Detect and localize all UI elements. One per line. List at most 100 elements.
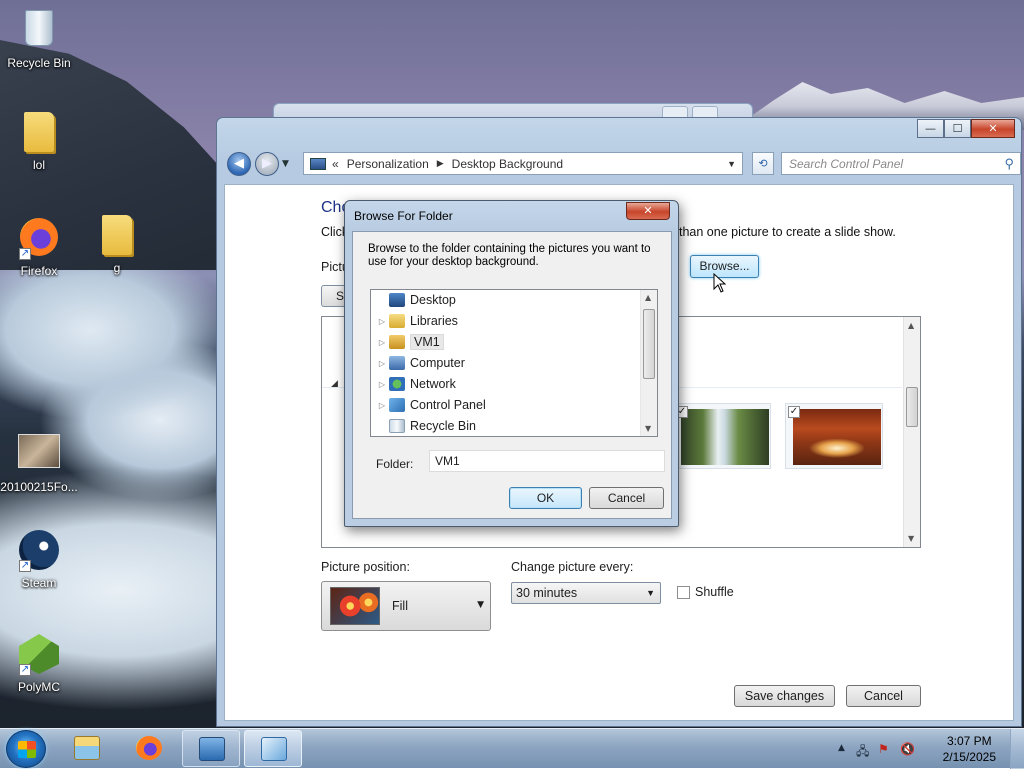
- show-desktop-button[interactable]: [1010, 729, 1024, 769]
- volume-muted-icon[interactable]: 🔇: [900, 742, 915, 756]
- change-picture-interval-select[interactable]: 30 minutes ▼: [511, 582, 661, 604]
- expand-arrow-icon[interactable]: ▷: [377, 338, 387, 347]
- scroll-down-icon[interactable]: ▼: [908, 534, 914, 543]
- folder-icon: [24, 112, 54, 152]
- tree-item-computer[interactable]: ▷ Computer: [377, 353, 465, 373]
- tree-item-control-panel[interactable]: ▷ Control Panel: [377, 395, 486, 415]
- network-icon[interactable]: 🖧: [856, 742, 869, 763]
- address-bar[interactable]: « Personalization ▶ Desktop Background ▼: [303, 152, 743, 175]
- shortcut-arrow-icon: ↗: [19, 664, 31, 676]
- back-button[interactable]: ◀: [227, 152, 251, 176]
- folder-tree[interactable]: Desktop ▷ Libraries ▷ VM1 ▷ Computer ▷ N…: [370, 289, 658, 437]
- tree-item-label: Control Panel: [410, 398, 486, 412]
- thumbnail-waterfall[interactable]: ✓: [673, 403, 771, 469]
- gallery-scrollbar[interactable]: ▲ ▼: [903, 317, 920, 547]
- scroll-down-icon[interactable]: ▼: [645, 424, 651, 433]
- recycle-bin-icon: [25, 10, 53, 46]
- desktop-icon-video[interactable]: 20100215Fo...: [0, 428, 78, 494]
- expand-arrow-icon[interactable]: ▷: [377, 317, 387, 326]
- folder-label: Folder:: [376, 457, 414, 471]
- show-hidden-icons-icon[interactable]: ▲: [838, 743, 845, 753]
- desktop-icon-label: Steam: [21, 576, 57, 590]
- maximize-button[interactable]: ☐: [944, 119, 971, 138]
- thumbnail-checkbox[interactable]: ✓: [788, 406, 800, 418]
- tree-item-network[interactable]: ▷ Network: [377, 374, 456, 394]
- expand-arrow-icon[interactable]: ▷: [377, 401, 387, 410]
- tree-item-desktop[interactable]: Desktop: [377, 290, 456, 310]
- refresh-button[interactable]: ⟲: [752, 152, 774, 175]
- picture-position-label: Picture position:: [321, 560, 410, 574]
- fill-preview-icon: [330, 587, 380, 625]
- taskbar-firefox[interactable]: [120, 730, 178, 767]
- expand-arrow-icon[interactable]: ▷: [377, 380, 387, 389]
- action-center-icon[interactable]: ⚑: [878, 742, 889, 756]
- recent-pages-dropdown[interactable]: ▼: [282, 159, 289, 169]
- expand-arrow-icon[interactable]: ▷: [377, 359, 387, 368]
- mouse-cursor-icon: [713, 273, 727, 293]
- forward-button[interactable]: ▶: [255, 152, 279, 176]
- network-icon: [389, 377, 405, 391]
- ok-button[interactable]: OK: [509, 487, 582, 509]
- tree-item-label: VM1: [410, 334, 444, 350]
- minimize-button[interactable]: —: [917, 119, 944, 138]
- shuffle-checkbox[interactable]: Shuffle: [677, 585, 734, 599]
- window-caption-buttons: — ☐ ✕: [917, 119, 1015, 138]
- checkbox-box[interactable]: [677, 585, 690, 599]
- dialog-close-button[interactable]: ✕: [626, 202, 670, 220]
- folder-icon: [102, 215, 132, 255]
- tree-item-label: Computer: [410, 356, 465, 370]
- tree-item-label: Recycle Bin: [410, 419, 476, 433]
- dialog-instructions: Browse to the folder containing the pict…: [368, 243, 651, 268]
- thumbnail-rock-arch[interactable]: ✓: [785, 403, 883, 469]
- scroll-up-icon[interactable]: ▲: [645, 293, 651, 302]
- tree-item-vm1[interactable]: ▷ VM1: [377, 332, 444, 352]
- taskbar-control-panel[interactable]: [244, 730, 302, 767]
- clock[interactable]: 3:07 PM 2/15/2025: [943, 733, 996, 765]
- start-button[interactable]: [6, 730, 46, 768]
- breadcrumb-separator-icon[interactable]: ▶: [437, 158, 444, 169]
- search-input[interactable]: Search Control Panel ⚲: [781, 152, 1021, 175]
- chevron-down-icon: ▼: [646, 588, 655, 598]
- breadcrumb-prefix[interactable]: «: [332, 157, 339, 171]
- desktop-icon-g[interactable]: g: [78, 215, 156, 275]
- scroll-up-icon[interactable]: ▲: [908, 321, 914, 330]
- change-picture-label: Change picture every:: [511, 560, 634, 574]
- desktop-icon-label: Recycle Bin: [7, 56, 71, 70]
- desktop-icon-steam[interactable]: ↗ Steam: [0, 528, 78, 590]
- scrollbar-thumb[interactable]: [643, 309, 655, 379]
- desktop-icon-label: PolyMC: [17, 680, 60, 694]
- cancel-button[interactable]: Cancel: [846, 685, 921, 707]
- save-changes-button[interactable]: Save changes: [734, 685, 835, 707]
- tree-scrollbar[interactable]: ▲ ▼: [640, 290, 657, 436]
- dialog-cancel-button[interactable]: Cancel: [589, 487, 664, 509]
- firefox-icon: [136, 736, 162, 760]
- browse-for-folder-dialog[interactable]: Browse For Folder ✕ Browse to the folder…: [344, 200, 679, 527]
- tree-item-label: Desktop: [410, 293, 456, 307]
- desktop-icon-polymc[interactable]: ↗ PolyMC: [0, 632, 78, 694]
- taskbar: ▲ 🖧 ⚑ 🔇 3:07 PM 2/15/2025: [0, 728, 1024, 769]
- desktop-icon-recycle-bin[interactable]: Recycle Bin: [0, 6, 78, 70]
- tree-item-libraries[interactable]: ▷ Libraries: [377, 311, 458, 331]
- search-placeholder: Search Control Panel: [789, 157, 904, 171]
- desktop-icon-lol[interactable]: lol: [0, 112, 78, 172]
- scrollbar-thumb[interactable]: [906, 387, 918, 427]
- desktop-icon-firefox[interactable]: ↗ Firefox: [0, 215, 78, 278]
- desktop-icon-label: g: [113, 261, 121, 275]
- breadcrumb-desktop-background[interactable]: Desktop Background: [452, 157, 563, 171]
- close-button[interactable]: ✕: [971, 119, 1015, 138]
- tree-item-recycle-bin[interactable]: Recycle Bin: [377, 416, 476, 436]
- shortcut-arrow-icon: ↗: [19, 248, 31, 260]
- taskbar-explorer[interactable]: [58, 730, 116, 767]
- taskbar-remote-desktop[interactable]: [182, 730, 240, 767]
- desktop-icon-label: Firefox: [20, 264, 58, 278]
- folder-input[interactable]: VM1: [429, 450, 665, 472]
- address-dropdown-icon[interactable]: ▼: [727, 159, 736, 169]
- picture-position-dropdown[interactable]: Fill ▼: [321, 581, 491, 631]
- desktop-icon-label: lol: [32, 158, 45, 172]
- change-picture-value: 30 minutes: [516, 586, 578, 600]
- breadcrumb-personalization[interactable]: Personalization: [347, 157, 429, 171]
- explorer-icon: [74, 736, 100, 760]
- shortcut-arrow-icon: ↗: [19, 560, 31, 572]
- search-icon[interactable]: ⚲: [1004, 156, 1014, 172]
- dialog-body: Browse to the folder containing the pict…: [352, 231, 672, 519]
